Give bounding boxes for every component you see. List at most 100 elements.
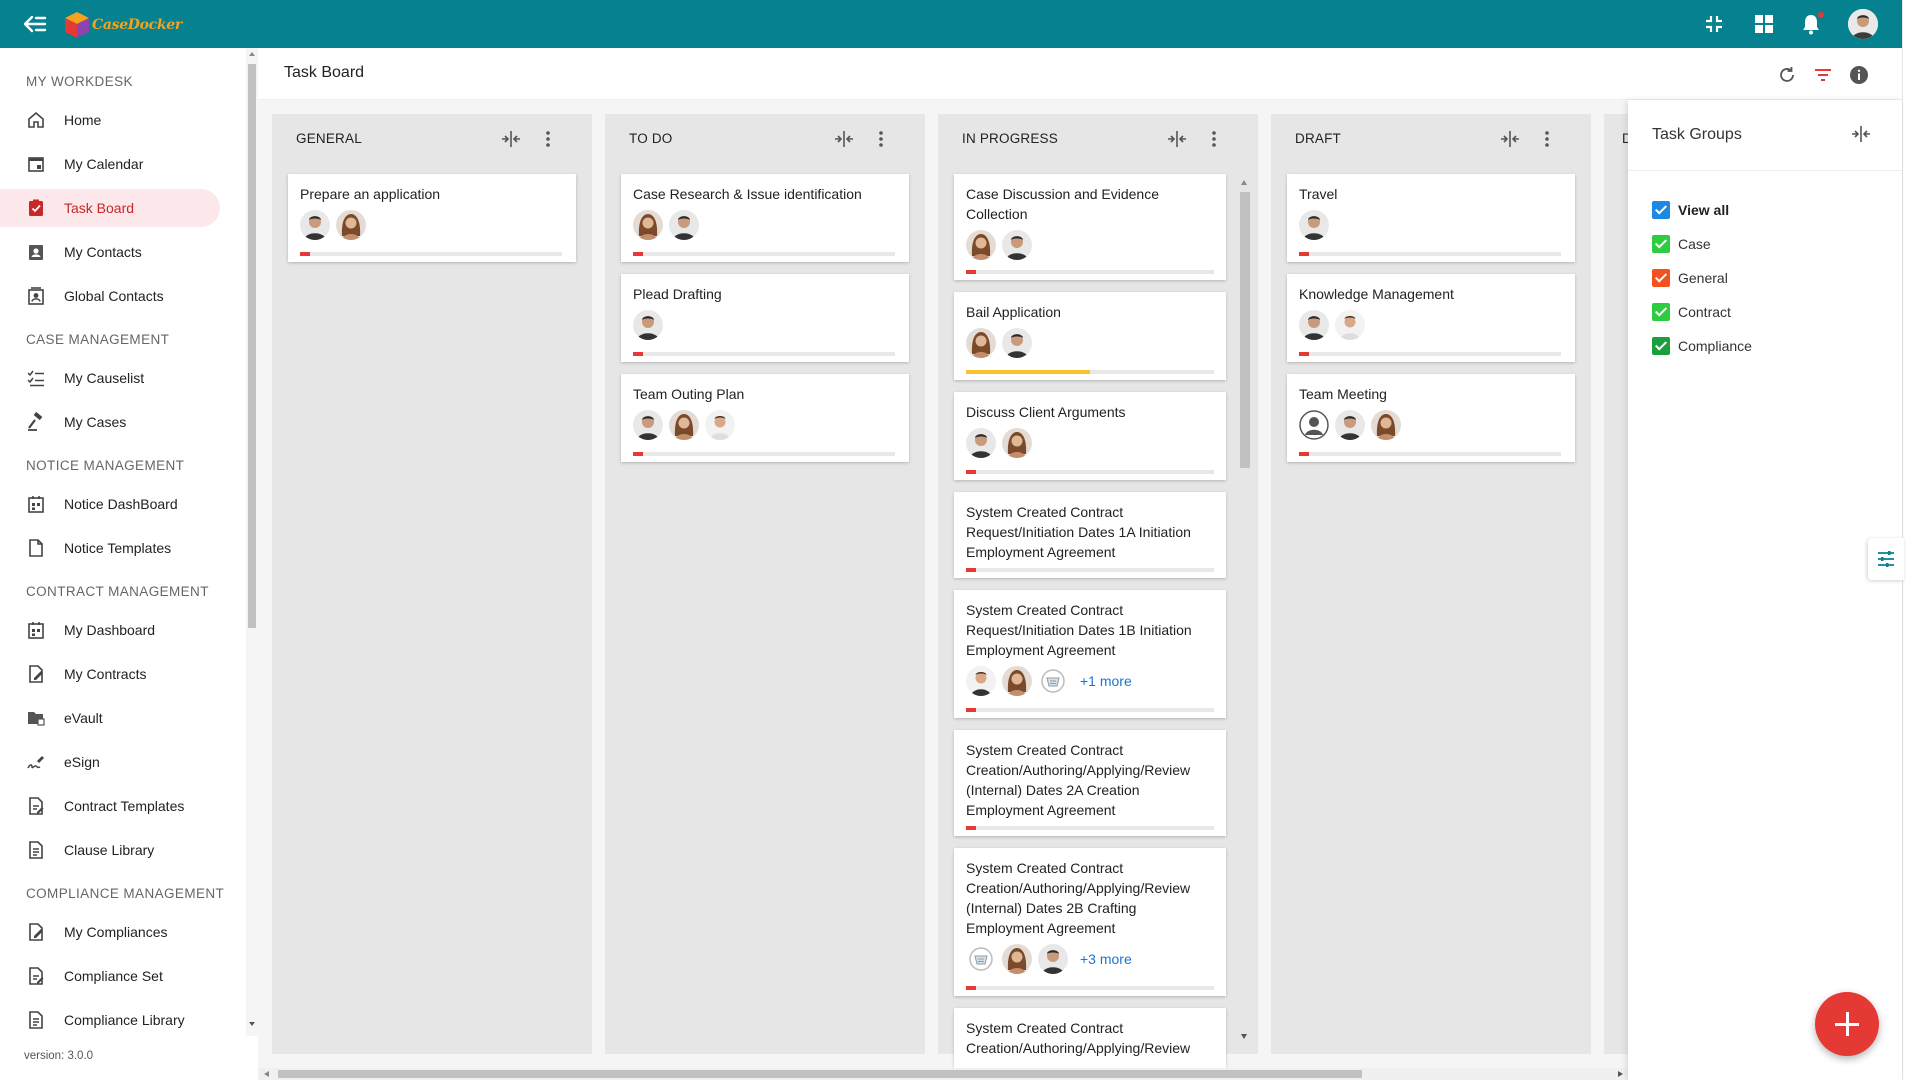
add-task-fab[interactable] (1815, 992, 1879, 1056)
collapse-panel-icon[interactable] (1850, 124, 1872, 144)
more-assignees-link[interactable]: +1 more (1080, 673, 1132, 689)
sidebar-item-my-compliances[interactable]: My Compliances (0, 913, 220, 951)
sidebar-item-evault[interactable]: eVault (0, 699, 220, 737)
task-card[interactable]: System Created Contract Creation/Authori… (954, 848, 1226, 996)
task-card[interactable]: Bail Application (954, 292, 1226, 380)
sidebar-item-compliance-set[interactable]: Compliance Set (0, 957, 220, 995)
task-card[interactable]: Discuss Client Arguments (954, 392, 1226, 480)
assignee-avatar[interactable] (966, 428, 996, 458)
assignee-avatar[interactable] (1371, 410, 1401, 440)
sidebar-item-my-causelist[interactable]: My Causelist (0, 359, 220, 397)
sidebar-item-task-board[interactable]: Task Board (0, 189, 220, 227)
more-assignees-link[interactable]: +3 more (1080, 951, 1132, 967)
collapse-column-icon[interactable] (500, 129, 522, 149)
sidebar-item-notice-dashboard[interactable]: Notice DashBoard (0, 485, 220, 523)
assignee-avatar[interactable] (633, 410, 663, 440)
task-card[interactable]: Team Outing Plan (621, 374, 909, 462)
refresh-icon[interactable] (1776, 64, 1798, 86)
assignee-avatar[interactable] (1002, 230, 1032, 260)
settings-panel-toggle[interactable] (1868, 538, 1904, 580)
task-card[interactable]: Case Discussion and Evidence Collection (954, 174, 1226, 280)
checkbox[interactable] (1652, 235, 1670, 253)
assignee-avatar[interactable] (1002, 944, 1032, 974)
assignee-avatar[interactable] (966, 666, 996, 696)
sidebar-item-my-cases[interactable]: My Cases (0, 403, 220, 441)
sidebar-item-my-calendar[interactable]: My Calendar (0, 145, 220, 183)
column-scrollbar[interactable] (1238, 178, 1250, 1042)
assignee-avatar[interactable] (633, 310, 663, 340)
assignee-avatar[interactable] (966, 328, 996, 358)
task-card[interactable]: Knowledge Management (1287, 274, 1575, 362)
filter-icon[interactable] (1812, 64, 1834, 86)
sidebar-item-esign[interactable]: eSign (0, 743, 220, 781)
assignee-avatar[interactable] (966, 230, 996, 260)
collapse-column-icon[interactable] (1166, 129, 1188, 149)
task-group-case[interactable]: Case (1652, 234, 1711, 254)
scrollbar-thumb[interactable] (248, 64, 256, 628)
sidebar-item-notice-templates[interactable]: Notice Templates (0, 529, 220, 567)
sidebar-item-home[interactable]: Home (0, 101, 220, 139)
more-vert-icon[interactable] (544, 129, 552, 149)
assignee-avatar[interactable] (1002, 428, 1032, 458)
collapse-column-icon[interactable] (833, 129, 855, 149)
badge-avatar[interactable] (966, 944, 996, 974)
board-horizontal-scrollbar[interactable] (258, 1068, 1628, 1080)
sidebar-item-contract-templates[interactable]: Contract Templates (0, 787, 220, 825)
sidebar-item-my-dashboard[interactable]: My Dashboard (0, 611, 220, 649)
assignee-avatar[interactable] (705, 410, 735, 440)
sidebar-item-global-contacts[interactable]: Global Contacts (0, 277, 220, 315)
assignee-avatar[interactable] (336, 210, 366, 240)
task-card[interactable]: System Created Contract Creation/Authori… (954, 730, 1226, 836)
assignee-avatar[interactable] (1335, 410, 1365, 440)
more-vert-icon[interactable] (1210, 129, 1218, 149)
sidebar-item-my-contracts[interactable]: My Contracts (0, 655, 220, 693)
assignee-avatar[interactable] (1335, 310, 1365, 340)
scroll-down-arrow[interactable] (249, 1022, 255, 1026)
checkbox[interactable] (1652, 303, 1670, 321)
assignee-avatar[interactable] (633, 210, 663, 240)
task-group-compliance[interactable]: Compliance (1652, 336, 1752, 356)
assignee-avatar[interactable] (669, 410, 699, 440)
user-avatar[interactable] (1848, 9, 1878, 39)
sidebar-item-compliance-library[interactable]: Compliance Library (0, 1001, 220, 1039)
scroll-right-arrow[interactable] (1618, 1071, 1623, 1077)
apps-grid-icon[interactable] (1752, 12, 1776, 36)
checkbox[interactable] (1652, 201, 1670, 219)
task-card[interactable]: Travel (1287, 174, 1575, 262)
sidebar-scrollbar[interactable] (246, 48, 258, 1036)
scroll-up-arrow[interactable] (1241, 180, 1247, 185)
task-card[interactable]: System Created Contract Creation/Authori… (954, 1008, 1226, 1068)
assignee-avatar[interactable] (1299, 210, 1329, 240)
task-card[interactable]: System Created Contract Request/Initiati… (954, 590, 1226, 718)
assignee-avatar[interactable] (1038, 944, 1068, 974)
task-card[interactable]: Team Meeting (1287, 374, 1575, 462)
more-vert-icon[interactable] (877, 129, 885, 149)
collapse-column-icon[interactable] (1499, 129, 1521, 149)
placeholder-avatar[interactable] (1299, 410, 1329, 440)
exit-fullscreen-icon[interactable] (1702, 12, 1726, 36)
scrollbar-thumb[interactable] (278, 1070, 1362, 1078)
assignee-avatar[interactable] (300, 210, 330, 240)
task-card[interactable]: Plead Drafting (621, 274, 909, 362)
task-group-view-all[interactable]: View all (1652, 200, 1729, 220)
scrollbar-thumb[interactable] (1240, 192, 1250, 468)
assignee-avatar[interactable] (1299, 310, 1329, 340)
more-vert-icon[interactable] (1543, 129, 1551, 149)
info-icon[interactable] (1848, 64, 1870, 86)
assignee-avatar[interactable] (1002, 666, 1032, 696)
checkbox[interactable] (1652, 337, 1670, 355)
task-card[interactable]: System Created Contract Request/Initiati… (954, 492, 1226, 578)
assignee-avatar[interactable] (1002, 328, 1032, 358)
task-group-contract[interactable]: Contract (1652, 302, 1731, 322)
scroll-down-arrow[interactable] (1241, 1034, 1247, 1039)
badge-avatar[interactable] (1038, 666, 1068, 696)
back-arrow-icon[interactable] (22, 12, 48, 36)
scroll-up-arrow[interactable] (249, 52, 255, 56)
sidebar-item-my-contacts[interactable]: My Contacts (0, 233, 220, 271)
checkbox[interactable] (1652, 269, 1670, 287)
task-card[interactable]: Prepare an application (288, 174, 576, 262)
scroll-left-arrow[interactable] (264, 1071, 269, 1077)
task-group-general[interactable]: General (1652, 268, 1728, 288)
assignee-avatar[interactable] (669, 210, 699, 240)
sidebar-item-clause-library[interactable]: Clause Library (0, 831, 220, 869)
